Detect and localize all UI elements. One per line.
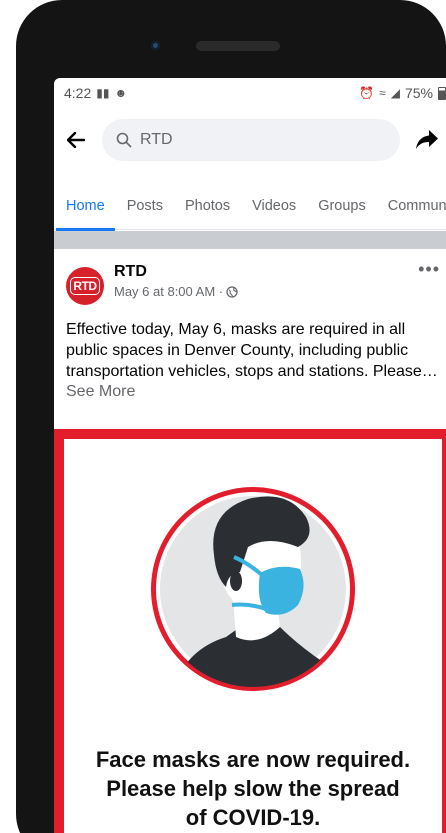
image-headline: Face masks are now required. Please help…	[64, 745, 442, 832]
search-icon	[116, 132, 132, 148]
image-headline-line-1: Face masks are now required.	[95, 747, 411, 772]
back-arrow-icon[interactable]	[66, 130, 86, 150]
search-header: RTD	[54, 112, 446, 168]
post-image[interactable]: Face masks are now required. Please help…	[54, 429, 446, 833]
image-headline-line-2: Please help slow the spread	[106, 776, 400, 801]
share-icon[interactable]	[414, 127, 440, 153]
tab-community[interactable]: Community	[388, 182, 446, 230]
post-text: Effective today, May 6, masks are requir…	[66, 321, 438, 380]
tab-photos[interactable]: Photos	[185, 182, 230, 230]
app-screen: 4:22 ▮▮ ☻ ⏰ ≈ ◢ 75% RTD Home Posts Photo…	[54, 78, 446, 833]
status-bar: 4:22 ▮▮ ☻ ⏰ ≈ ◢ 75%	[54, 78, 446, 108]
battery-percent: 75%	[404, 85, 433, 101]
search-query: RTD	[140, 131, 173, 148]
globe-icon	[226, 285, 238, 298]
tab-posts[interactable]: Posts	[127, 182, 163, 230]
avatar[interactable]: RTD	[66, 267, 104, 305]
feed-divider	[54, 231, 446, 249]
tab-home[interactable]: Home	[56, 182, 115, 231]
see-more-link[interactable]: See More	[54, 382, 446, 401]
earpiece-speaker	[196, 41, 280, 51]
image-headline-line-3: of COVID-19.	[185, 805, 321, 830]
more-options-icon[interactable]: •••	[418, 259, 440, 280]
face-mask-illustration	[151, 487, 355, 691]
wifi-icon: ≈	[379, 86, 386, 100]
post-header: RTD RTD May 6 at 8:00 AM · •••	[54, 249, 446, 305]
page-tabs: Home Posts Photos Videos Groups Communit…	[54, 182, 446, 231]
alarm-icon: ⏰	[359, 86, 375, 100]
tab-groups[interactable]: Groups	[318, 182, 366, 230]
app-notification-icon: ☻	[114, 86, 128, 100]
avatar-logo-text: RTD	[70, 277, 100, 295]
phone-frame: 4:22 ▮▮ ☻ ⏰ ≈ ◢ 75% RTD Home Posts Photo…	[16, 0, 446, 833]
notification-icon: ▮▮	[96, 86, 110, 100]
post-author[interactable]: RTD	[114, 263, 238, 281]
phone-top-bezel	[16, 0, 446, 86]
post-timestamp[interactable]: May 6 at 8:00 AM ·	[114, 284, 223, 299]
search-input[interactable]: RTD	[102, 119, 400, 161]
post-card: RTD RTD May 6 at 8:00 AM · ••• Effective…	[54, 249, 446, 401]
battery-icon	[438, 86, 446, 100]
post-image-inner: Face masks are now required. Please help…	[64, 439, 442, 833]
status-time: 4:22	[64, 85, 92, 101]
signal-icon: ◢	[390, 86, 400, 100]
tab-videos[interactable]: Videos	[252, 182, 296, 230]
front-camera	[151, 41, 160, 50]
